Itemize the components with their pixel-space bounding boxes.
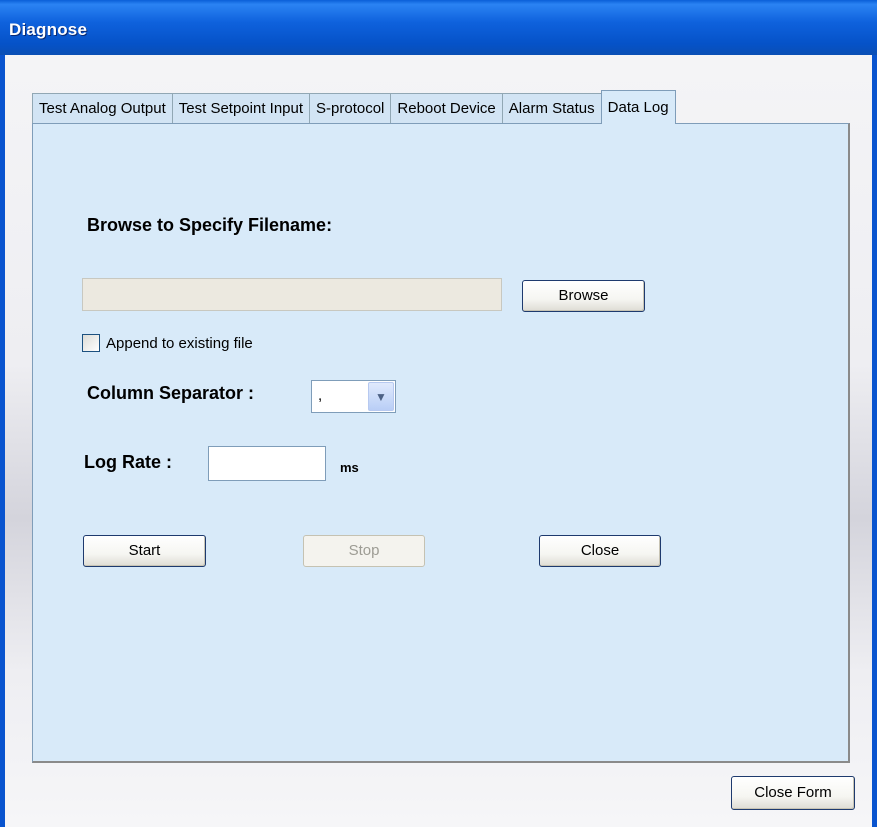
filename-field[interactable] [82, 278, 502, 311]
chevron-down-icon[interactable]: ▼ [368, 382, 394, 411]
log-rate-label: Log Rate : [84, 452, 172, 472]
close-button[interactable]: Close [539, 535, 661, 567]
append-option: Append to existing file [82, 334, 253, 352]
tab-reboot-device[interactable]: Reboot Device [390, 93, 503, 124]
stop-button[interactable]: Stop [303, 535, 425, 567]
close-form-button[interactable]: Close Form [731, 776, 855, 810]
tab-test-analog-output[interactable]: Test Analog Output [32, 93, 173, 124]
tab-data-log[interactable]: Data Log [600, 90, 676, 124]
tab-s-protocol[interactable]: S-protocol [309, 93, 392, 124]
append-checkbox[interactable] [82, 334, 100, 352]
append-label: Append to existing file [106, 334, 253, 352]
start-button[interactable]: Start [83, 535, 206, 567]
column-separator-select[interactable]: , ▼ [311, 380, 396, 413]
column-separator-label: Column Separator : [87, 383, 255, 403]
filename-heading: Browse to Specify Filename: [87, 215, 333, 235]
browse-button[interactable]: Browse [522, 280, 645, 312]
log-rate-field[interactable] [208, 446, 326, 481]
window-frame-right [872, 55, 877, 827]
tab-strip: Test Analog Output Test Setpoint Input S… [32, 90, 676, 124]
log-rate-unit: ms [340, 460, 359, 475]
tab-alarm-status[interactable]: Alarm Status [501, 93, 602, 124]
title-bar[interactable]: Diagnose [0, 0, 877, 55]
window-title: Diagnose [9, 20, 88, 39]
tab-test-setpoint-input[interactable]: Test Setpoint Input [171, 93, 311, 124]
diagnose-window: Diagnose Test Analog Output Test Setpoin… [0, 0, 877, 827]
column-separator-value: , [318, 387, 323, 404]
